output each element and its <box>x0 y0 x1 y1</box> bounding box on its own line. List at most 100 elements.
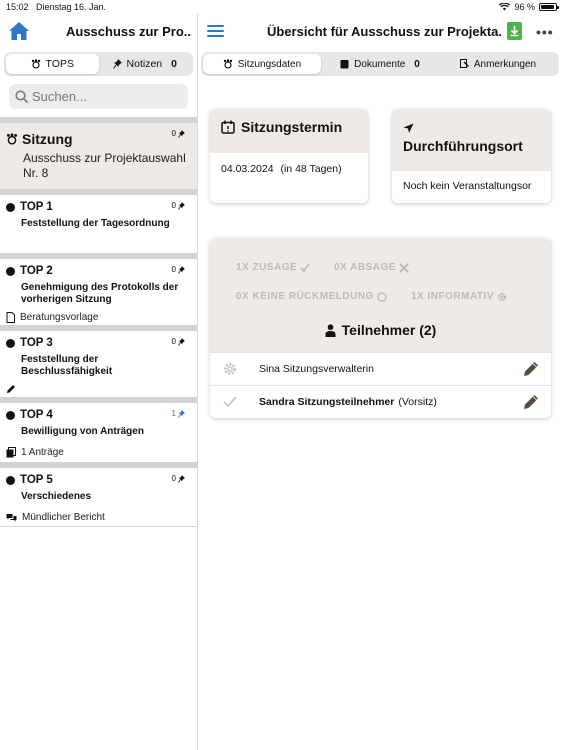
bullet-icon <box>6 475 15 485</box>
top-title: Feststellung der Tagesordnung <box>21 218 170 229</box>
top-item-4[interactable]: TOP 4 Bewilligung von Anträgen 1 Anträge… <box>0 403 197 462</box>
sidebar-tabs: TOPS Notizen 0 <box>4 52 193 76</box>
status-bar: 15:02 Dienstag 16. Jan. 96 % <box>0 0 563 14</box>
stat-absage-text: 0X ABSAGE <box>334 262 396 273</box>
top-meta: Mündlicher Bericht <box>6 512 191 523</box>
top-item-1[interactable]: TOP 1 Feststellung der Tagesordnung 0 <box>0 195 197 253</box>
search-icon <box>15 90 28 103</box>
sidebar-title: Ausschuss zur Pro... <box>66 24 192 39</box>
stat-keine: 0X KEINE RÜCKMELDUNG <box>236 291 387 302</box>
top-title: Feststellung der Beschlussfähigkeit <box>21 354 113 377</box>
menu-icon[interactable] <box>207 25 224 37</box>
participant-row[interactable]: Sina Sitzungsverwalterin <box>210 352 551 385</box>
document-icon <box>6 312 15 323</box>
tab-tops[interactable]: TOPS <box>6 54 99 74</box>
top-item-5[interactable]: TOP 5 Verschiedenes Mündlicher Bericht 0 <box>0 468 197 526</box>
sitzung-item[interactable]: Sitzung Ausschuss zur Projektauswahl Nr.… <box>0 123 197 189</box>
sitzung-head: Sitzung <box>6 131 191 147</box>
calendar-icon <box>221 120 235 134</box>
top-number: TOP 2 <box>20 265 53 277</box>
sitzung-subtitle: Ausschuss zur Projektauswahl Nr. 8 <box>23 151 186 180</box>
person-icon <box>325 323 336 337</box>
top-title: Genehmigung des Protokolls der vorherige… <box>21 282 179 305</box>
search-box[interactable] <box>9 84 188 109</box>
tab-sitzungsdaten[interactable]: Sitzungsdaten <box>203 54 321 74</box>
bullet-icon <box>6 338 15 348</box>
stat-zusage: 1X ZUSAGE <box>236 262 310 273</box>
termin-title-row: Sitzungstermin <box>221 119 357 135</box>
top-title: Verschiedenes <box>21 491 92 502</box>
tab-anmerkungen[interactable]: Anmerkungen <box>439 54 557 74</box>
participants-card: 1X ZUSAGE 0X ABSAGE 0X KEINE RÜCKMELDUNG… <box>210 238 551 418</box>
participant-name: Sina Sitzungsverwalterin <box>259 363 374 375</box>
top-header: TOP 5 <box>6 474 191 486</box>
status-right: 96 % <box>499 2 559 12</box>
pin-icon <box>178 409 185 418</box>
main-panel: Übersicht für Ausschuss zur Projekta... … <box>199 14 563 750</box>
more-icon[interactable]: ••• <box>536 24 554 40</box>
sitzung-icon <box>6 133 18 145</box>
sidebar-header: Ausschuss zur Pro... <box>0 14 197 48</box>
top-meta: 1 Anträge <box>6 447 191 458</box>
top-item-2[interactable]: TOP 2 Genehmigung des Protokolls der vor… <box>0 259 197 325</box>
tab-notizen-count: 0 <box>171 58 177 70</box>
main-header: Übersicht für Ausschuss zur Projekta... … <box>199 14 563 48</box>
page-title: Übersicht für Ausschuss zur Projekta... <box>267 24 501 39</box>
top-pin-count: 0 <box>172 337 185 346</box>
top-pin-count: 0 <box>172 265 185 274</box>
check-icon <box>220 396 240 408</box>
pencil-icon <box>7 385 15 393</box>
divider <box>0 526 197 527</box>
tops-icon <box>223 59 232 69</box>
sitzung-title: Sitzung <box>22 131 73 147</box>
tab-anmerkungen-label: Anmerkungen <box>473 58 537 70</box>
top-number: TOP 5 <box>20 474 53 486</box>
top-number: TOP 1 <box>20 201 53 213</box>
ort-value: Noch kein Veranstaltungsor <box>403 180 532 192</box>
tab-dokumente[interactable]: Dokumente 0 <box>321 54 439 74</box>
top-meta-text: Mündlicher Bericht <box>22 512 105 523</box>
search-input[interactable] <box>32 89 182 104</box>
circle-icon <box>377 291 387 302</box>
top-meta: Beratungsvorlage <box>6 312 191 323</box>
tab-tops-label: TOPS <box>45 58 74 70</box>
sitzung-pins: 0 <box>171 129 176 138</box>
battery-percent: 96 % <box>514 2 535 12</box>
edit-icon[interactable] <box>523 394 539 410</box>
tab-notizen-label: Notizen <box>126 58 163 70</box>
participants-title-row: Teilnehmer (2) <box>210 322 551 338</box>
participant-row[interactable]: Sandra Sitzungsteilnehmer (Vorsitz) <box>210 385 551 418</box>
termin-card-body: 04.03.2024 (in 48 Tagen) <box>210 153 368 185</box>
stat-zusage-text: 1X ZUSAGE <box>236 262 298 273</box>
termin-card: Sitzungstermin 04.03.2024 (in 48 Tagen) <box>210 109 368 203</box>
participant-role: (Vorsitz) <box>398 396 437 408</box>
top-title: Bewilligung von Anträgen <box>21 426 144 437</box>
close-icon <box>399 262 409 273</box>
top-meta-text: Beratungsvorlage <box>20 312 99 323</box>
bullet-icon <box>6 410 15 420</box>
participants-header: 1X ZUSAGE 0X ABSAGE 0X KEINE RÜCKMELDUNG… <box>210 238 551 352</box>
top-header: TOP 4 <box>6 409 191 421</box>
top-pins: 0 <box>171 201 176 210</box>
home-icon[interactable] <box>8 20 30 42</box>
tops-icon <box>31 59 40 69</box>
stat-keine-text: 0X KEINE RÜCKMELDUNG <box>236 291 374 302</box>
stat-informativ-text: 1X INFORMATIV <box>411 291 494 302</box>
folder-icon <box>340 60 349 69</box>
tab-sitzungsdaten-label: Sitzungsdaten <box>237 58 302 70</box>
documents-icon <box>6 447 16 458</box>
main-tabs: Sitzungsdaten Dokumente 0 Anmerkungen <box>201 52 559 76</box>
content-area: Sitzungstermin 04.03.2024 (in 48 Tagen) … <box>199 80 563 750</box>
top-pins: 0 <box>171 337 176 346</box>
download-icon[interactable] <box>507 22 522 40</box>
battery-icon <box>539 3 559 11</box>
tab-notizen[interactable]: Notizen 0 <box>99 54 192 74</box>
edit-icon[interactable] <box>523 361 539 377</box>
termin-card-header: Sitzungstermin <box>210 109 368 153</box>
status-time: 15:02 <box>6 2 29 12</box>
top-meta <box>6 384 191 394</box>
pin-icon <box>178 201 185 210</box>
top-item-3[interactable]: TOP 3 Feststellung der Beschlussfähigkei… <box>0 331 197 397</box>
stat-absage: 0X ABSAGE <box>334 262 409 273</box>
participants-title: Teilnehmer (2) <box>341 322 437 338</box>
